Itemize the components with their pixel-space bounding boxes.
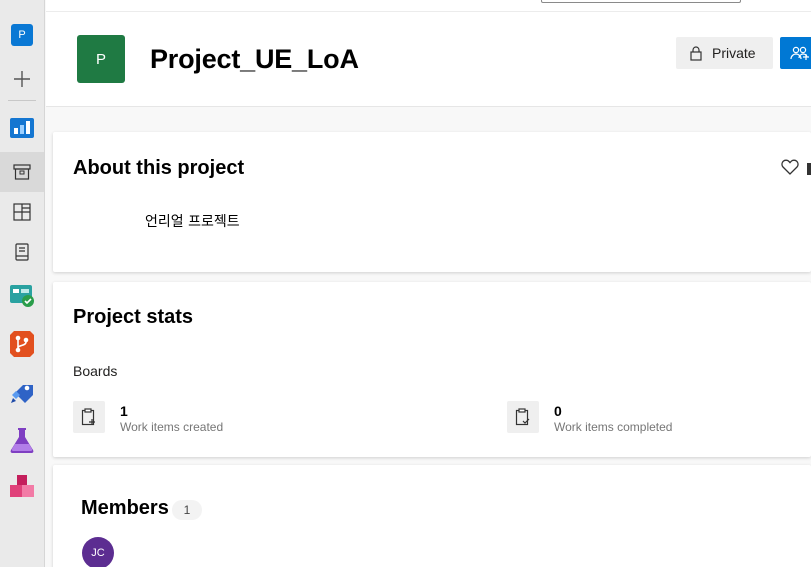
- rail-item-overview[interactable]: [0, 107, 44, 147]
- members-title: Members: [81, 497, 169, 519]
- repos-icon: [10, 331, 34, 357]
- top-bar: [46, 0, 811, 12]
- rail-item-summary[interactable]: [0, 152, 44, 192]
- rail-item-artifacts[interactable]: [0, 467, 44, 507]
- clipboard-check-icon: [515, 408, 530, 426]
- favorite-button[interactable]: [781, 159, 799, 175]
- invite-button[interactable]: [780, 37, 811, 69]
- project-switcher-button[interactable]: P: [0, 15, 44, 55]
- test-plans-icon: [10, 428, 34, 453]
- rail-item-pipelines[interactable]: [0, 372, 44, 412]
- private-label: Private: [712, 45, 756, 61]
- project-header: P Project_UE_LoA Private: [46, 12, 811, 107]
- summary-icon: [13, 164, 31, 180]
- stat-value: 0: [554, 403, 562, 419]
- stat-label: Work items completed: [554, 420, 673, 434]
- page-title: Project_UE_LoA: [150, 44, 359, 74]
- more-actions-partial[interactable]: [807, 163, 811, 175]
- stats-section-label: Boards: [73, 363, 118, 379]
- private-visibility-button[interactable]: Private: [676, 37, 773, 69]
- about-project-card: About this project 언리얼 프로젝트: [53, 132, 811, 272]
- lock-icon: [690, 45, 702, 61]
- members-card: Members 1 JC: [53, 465, 811, 567]
- artifacts-icon: [10, 475, 34, 497]
- project-badge: P: [11, 24, 33, 46]
- about-title: About this project: [73, 157, 245, 179]
- project-description: 언리얼 프로젝트: [145, 214, 240, 230]
- stat-icon-completed: [507, 401, 539, 433]
- stat-icon-created: [73, 401, 105, 433]
- avatar[interactable]: JC: [82, 537, 114, 567]
- plus-icon: [14, 71, 30, 87]
- project-avatar: P: [77, 35, 125, 83]
- stat-label: Work items created: [120, 420, 224, 434]
- overview-icon: [10, 118, 34, 138]
- stat-work-items-created[interactable]: 1 Work items created: [73, 401, 223, 435]
- project-stats-card: Project stats Boards 1 Work items create…: [53, 282, 811, 457]
- stat-value: 1: [120, 403, 128, 419]
- heart-icon: [781, 159, 799, 175]
- rail-item-wiki[interactable]: [0, 232, 44, 272]
- rail-item-repos[interactable]: [0, 324, 44, 364]
- stats-title: Project stats: [73, 306, 194, 328]
- rail-divider: [8, 100, 36, 101]
- dashboards-icon: [13, 203, 31, 221]
- add-button[interactable]: [0, 59, 44, 99]
- add-people-icon: [790, 46, 809, 60]
- stat-work-items-completed[interactable]: 0 Work items completed: [507, 401, 672, 435]
- rail-item-test-plans[interactable]: [0, 420, 44, 460]
- members-count-badge: 1: [172, 500, 202, 520]
- rail-item-dashboards[interactable]: [0, 192, 44, 232]
- left-navigation-rail: P: [0, 0, 45, 567]
- boards-icon: [10, 285, 34, 307]
- search-box[interactable]: [541, 0, 741, 3]
- rail-item-boards[interactable]: [0, 275, 44, 315]
- clipboard-add-icon: [81, 408, 95, 426]
- pipelines-icon: [11, 385, 33, 403]
- wiki-icon: [15, 243, 29, 261]
